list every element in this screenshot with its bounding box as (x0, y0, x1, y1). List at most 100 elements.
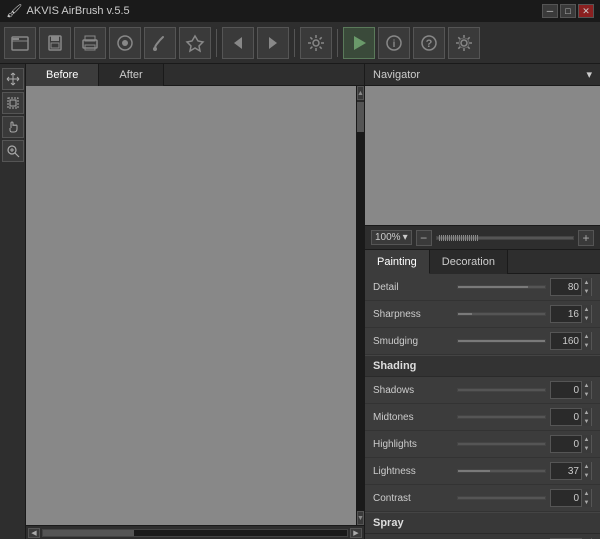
prefs-btn[interactable] (448, 27, 480, 59)
tool2-btn[interactable] (179, 27, 211, 59)
minimize-button[interactable]: ─ (542, 4, 558, 18)
detail-spin-up[interactable]: ▲ (581, 278, 591, 287)
highlights-slider[interactable] (457, 442, 546, 446)
canvas-hscroll: ◀ ▶ (26, 525, 364, 539)
zoom-tick (439, 235, 440, 241)
midtones-spin-down[interactable]: ▼ (581, 417, 591, 426)
titlebar: 🖌 AKVIS AirBrush v.5.5 ─ □ ✕ (0, 0, 600, 22)
shadows-slider[interactable] (457, 388, 546, 392)
navigator-dropdown-icon[interactable]: ▾ (586, 68, 592, 81)
shading-section-header: Shading (365, 355, 600, 377)
contrast-slider[interactable] (457, 496, 546, 500)
highlights-spinners: ▲ ▼ (581, 435, 591, 453)
smudging-slider[interactable] (457, 339, 546, 343)
detail-spin-down[interactable]: ▼ (581, 287, 591, 296)
maximize-button[interactable]: □ (560, 4, 576, 18)
navigator-preview[interactable] (365, 86, 600, 226)
midtones-spin-up[interactable]: ▲ (581, 408, 591, 417)
sharpness-slider-fill (458, 313, 472, 315)
open-file-btn[interactable] (4, 27, 36, 59)
tab-decoration[interactable]: Decoration (430, 250, 508, 274)
sharpness-row: Sharpness 16 ▲ ▼ (365, 301, 600, 328)
zoom-tick (455, 235, 456, 241)
navigator-zoom-bar: 100% ▾ − (365, 226, 600, 250)
smudging-spin-up[interactable]: ▲ (581, 332, 591, 341)
detail-slider-fill (458, 286, 528, 288)
hscroll-track[interactable] (42, 529, 348, 537)
left-tools-panel (0, 64, 26, 539)
zoom-slider[interactable] (436, 236, 574, 240)
lightness-value-box: 37 ▲ ▼ (550, 462, 592, 480)
highlights-spin-down[interactable]: ▼ (581, 444, 591, 453)
smudging-row: Smudging 160 ▲ ▼ (365, 328, 600, 355)
smudging-spinners: ▲ ▼ (581, 332, 591, 350)
zoom-dropdown-icon: ▾ (403, 232, 408, 243)
zoom-plus-btn[interactable]: + (578, 230, 594, 246)
smudging-spin-down[interactable]: ▼ (581, 341, 591, 350)
intensity-row: Intensity 0 ▲ ▼ (365, 534, 600, 539)
sharpness-spinners: ▲ ▼ (581, 305, 591, 323)
tab-before[interactable]: Before (26, 64, 99, 86)
move-tool[interactable] (2, 68, 24, 90)
play-btn[interactable] (343, 27, 375, 59)
zoom-tick (463, 235, 464, 241)
midtones-slider[interactable] (457, 415, 546, 419)
tab-painting[interactable]: Painting (365, 250, 430, 274)
contrast-spin-down[interactable]: ▼ (581, 498, 591, 507)
scroll-thumb[interactable] (357, 102, 364, 132)
settings-btn[interactable] (300, 27, 332, 59)
lightness-spin-up[interactable]: ▲ (581, 462, 591, 471)
print-btn[interactable] (74, 27, 106, 59)
smudging-value-box: 160 ▲ ▼ (550, 332, 592, 350)
lightness-row: Lightness 37 ▲ ▼ (365, 458, 600, 485)
shadows-spinners: ▲ ▼ (581, 381, 591, 399)
hscroll-thumb (43, 530, 134, 536)
scroll-up-btn[interactable]: ▲ (357, 86, 364, 100)
crop-tool[interactable] (2, 92, 24, 114)
zoom-tick (461, 235, 462, 241)
midtones-spinners: ▲ ▼ (581, 408, 591, 426)
highlights-spin-up[interactable]: ▲ (581, 435, 591, 444)
canvas-content[interactable]: ▲ ▼ (26, 86, 364, 525)
app-icon: 🖌 (6, 3, 23, 19)
detail-row: Detail 80 ▲ ▼ (365, 274, 600, 301)
help-btn[interactable]: ? (413, 27, 445, 59)
info-btn[interactable]: i (378, 27, 410, 59)
sharpness-slider[interactable] (457, 312, 546, 316)
lightness-spin-down[interactable]: ▼ (581, 471, 591, 480)
toolbar-separator-1 (216, 29, 217, 57)
zoom-tool[interactable] (2, 140, 24, 162)
close-button[interactable]: ✕ (578, 4, 594, 18)
sharpness-spin-up[interactable]: ▲ (581, 305, 591, 314)
lightness-slider[interactable] (457, 469, 546, 473)
detail-slider[interactable] (457, 285, 546, 289)
scroll-right-btn[interactable]: ▶ (350, 528, 362, 538)
zoom-tick (451, 235, 452, 241)
midtones-value: 0 (551, 412, 581, 423)
scroll-down-btn[interactable]: ▼ (357, 511, 364, 525)
sharpness-spin-down[interactable]: ▼ (581, 314, 591, 323)
zoom-minus-btn[interactable]: − (416, 230, 432, 246)
brush-btn[interactable] (144, 27, 176, 59)
batch-btn[interactable] (109, 27, 141, 59)
zoom-tick (477, 235, 478, 241)
scroll-track[interactable] (357, 102, 364, 513)
shadows-label: Shadows (373, 385, 453, 396)
shadows-spin-up[interactable]: ▲ (581, 381, 591, 390)
zoom-level-label[interactable]: 100% ▾ (371, 230, 412, 245)
scroll-left-btn[interactable]: ◀ (28, 528, 40, 538)
contrast-spin-up[interactable]: ▲ (581, 489, 591, 498)
shadows-spin-down[interactable]: ▼ (581, 390, 591, 399)
save-btn[interactable] (39, 27, 71, 59)
back-btn[interactable] (222, 27, 254, 59)
vertical-scrollbar[interactable]: ▲ ▼ (356, 86, 364, 525)
smudging-slider-container (457, 339, 546, 343)
tab-after[interactable]: After (99, 64, 163, 86)
midtones-value-box: 0 ▲ ▼ (550, 408, 592, 426)
hand-tool[interactable] (2, 116, 24, 138)
navigator-header: Navigator ▾ (365, 64, 600, 86)
forward-btn[interactable] (257, 27, 289, 59)
midtones-row: Midtones 0 ▲ ▼ (365, 404, 600, 431)
app-title: AKVIS AirBrush v.5.5 (27, 5, 130, 17)
canvas-area: Before After ▲ ▼ ◀ ▶ (26, 64, 364, 539)
